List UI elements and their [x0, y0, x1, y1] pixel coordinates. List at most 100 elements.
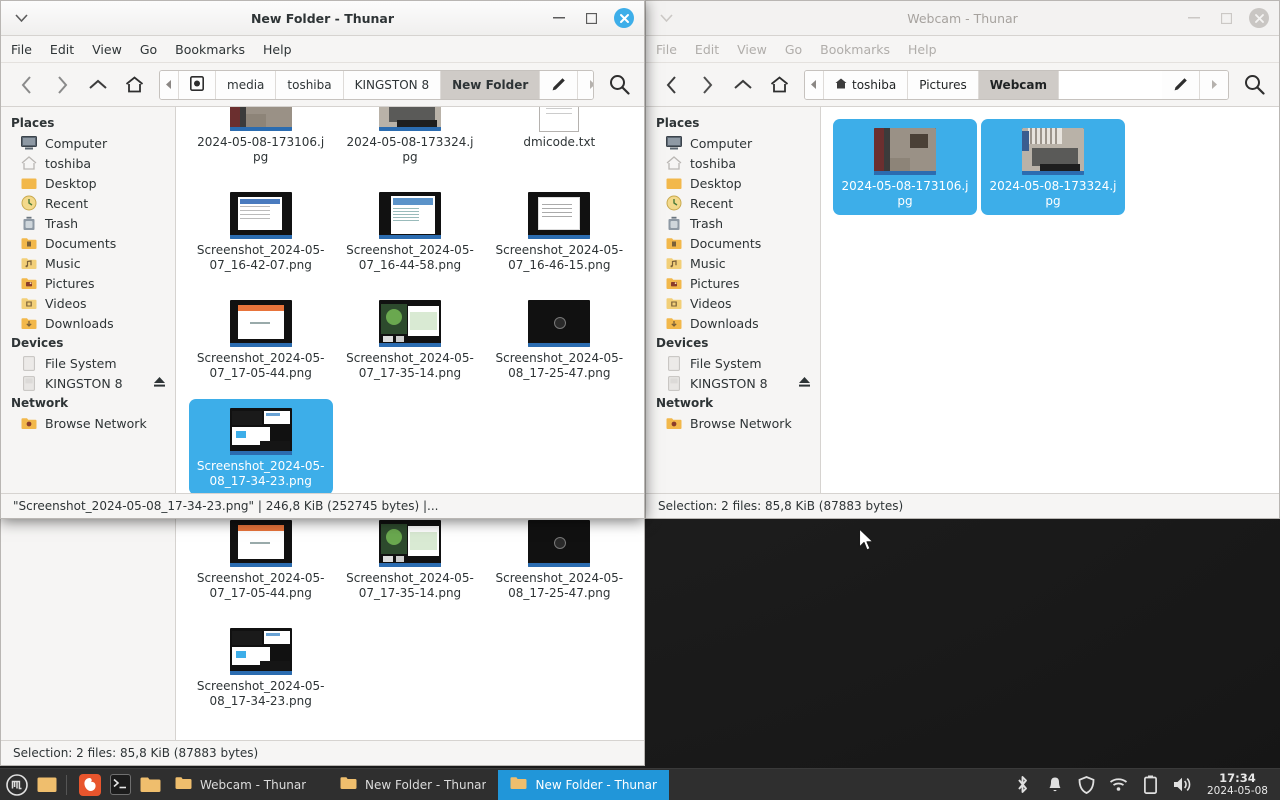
forward-icon[interactable] — [45, 70, 79, 100]
breadcrumb-item-toshiba[interactable]: toshiba — [824, 70, 909, 99]
back-icon[interactable] — [654, 70, 688, 100]
breadcrumb-item-root[interactable] — [179, 70, 216, 99]
sidebar-item-downloads[interactable]: Downloads — [646, 313, 820, 333]
sidebar-item-desktop[interactable]: Desktop — [1, 173, 175, 193]
menu-item-file[interactable]: File — [656, 42, 677, 57]
menu-item-go[interactable]: Go — [785, 42, 802, 57]
up-icon[interactable] — [726, 70, 760, 100]
file-grid-webcam[interactable]: 2024-05-08-173106.jpg 2024-05-08-173324.j… — [821, 107, 1279, 493]
file-item[interactable]: Screenshot_2024-05-08_17-25-47.png — [485, 507, 634, 611]
sidebar-webcam[interactable]: Places Computer toshiba Desktop Recent Trash D… — [646, 107, 821, 493]
menu-item-view[interactable]: View — [737, 42, 767, 57]
sidebar-item-pictures[interactable]: Pictures — [1, 273, 175, 293]
file-item[interactable]: dmicode.txt — [485, 107, 634, 175]
file-item[interactable]: Screenshot_2024-05-07_17-05-44.png — [186, 287, 335, 391]
sidebar-item-pictures[interactable]: Pictures — [646, 273, 820, 293]
sidebar-item-videos[interactable]: Videos — [1, 293, 175, 313]
battery-icon[interactable] — [1141, 775, 1161, 795]
terminal-icon[interactable] — [107, 772, 133, 798]
search-icon[interactable] — [1237, 70, 1271, 100]
search-icon[interactable] — [602, 70, 636, 100]
wifi-icon[interactable] — [1109, 775, 1129, 795]
sidebar-item-videos[interactable]: Videos — [646, 293, 820, 313]
sidebar-item-computer[interactable]: Computer — [1, 133, 175, 153]
sidebar-item-trash[interactable]: Trash — [646, 213, 820, 233]
minimize-button-webcam[interactable] — [1185, 9, 1203, 27]
menu-item-help[interactable]: Help — [908, 42, 937, 57]
sidebar-new-folder[interactable]: Places Computer toshiba Desktop Recent Trash D… — [1, 107, 176, 493]
maximize-button-new-folder[interactable] — [582, 9, 600, 27]
file-item[interactable]: Screenshot_2024-05-07_17-35-14.png — [335, 287, 484, 391]
home-icon[interactable] — [117, 70, 151, 100]
sidebar-item-recent[interactable]: Recent — [646, 193, 820, 213]
menu-item-bookmarks[interactable]: Bookmarks — [175, 42, 245, 57]
breadcrumb-item-kingston[interactable]: KINGSTON 8 — [343, 70, 442, 99]
notification-bell-icon[interactable] — [1045, 775, 1065, 795]
sidebar-item-music[interactable]: Music — [646, 253, 820, 273]
close-button-webcam[interactable] — [1249, 8, 1269, 28]
file-item[interactable]: Screenshot_2024-05-07_17-35-14.png — [335, 507, 484, 611]
close-button-new-folder[interactable] — [614, 8, 634, 28]
volume-icon[interactable] — [1173, 775, 1193, 795]
menu-item-view[interactable]: View — [92, 42, 122, 57]
sidebar-item-trash[interactable]: Trash — [1, 213, 175, 233]
menu-item-go[interactable]: Go — [140, 42, 157, 57]
menu-icon[interactable] — [4, 772, 30, 798]
titlebar-new-folder[interactable]: New Folder - Thunar — [1, 1, 644, 36]
bluetooth-icon[interactable] — [1013, 775, 1033, 795]
sidebar-item-toshiba[interactable]: toshiba — [1, 153, 175, 173]
window-menu-button-new-folder[interactable] — [1, 13, 41, 23]
breadcrumb-new-folder[interactable]: media toshiba KINGSTON 8 New Folder — [159, 69, 594, 100]
folder-launcher-icon[interactable] — [137, 772, 163, 798]
sidebar-item-browse-network[interactable]: Browse Network — [646, 413, 820, 433]
back-icon[interactable] — [9, 70, 43, 100]
menu-item-file[interactable]: File — [11, 42, 32, 57]
window-webcam[interactable]: Webcam - Thunar File Edit View Go Bookmarks H… — [645, 0, 1280, 519]
file-item[interactable]: 2024-05-08-173324.jpg — [335, 107, 484, 175]
minimize-button-new-folder[interactable] — [550, 9, 568, 27]
system-tray[interactable]: 17:34 2024-05-08 — [1013, 771, 1280, 797]
menu-item-help[interactable]: Help — [263, 42, 292, 57]
breadcrumb-scroll-left[interactable] — [805, 70, 824, 99]
breadcrumb-scroll-left[interactable] — [160, 70, 179, 99]
menubar-webcam[interactable]: File Edit View Go Bookmarks Help — [646, 36, 1279, 63]
taskbar-button[interactable]: New Folder - Thunar — [328, 770, 498, 800]
file-item[interactable]: 2024-05-08-173106.jpg — [186, 107, 335, 175]
menu-item-edit[interactable]: Edit — [695, 42, 719, 57]
sidebar-item-desktop[interactable]: Desktop — [646, 173, 820, 193]
sidebar-item-toshiba[interactable]: toshiba — [646, 153, 820, 173]
sidebar-item-downloads[interactable]: Downloads — [1, 313, 175, 333]
breadcrumb-scroll-right[interactable] — [1199, 70, 1228, 99]
sidebar-item-kingston-8[interactable]: KINGSTON 8 — [646, 373, 820, 393]
menubar-new-folder[interactable]: File Edit View Go Bookmarks Help — [1, 36, 644, 63]
file-item[interactable]: 2024-05-08-173324.jpg — [979, 115, 1127, 219]
breadcrumb-scroll-right[interactable] — [577, 70, 593, 99]
window-menu-button-webcam[interactable] — [646, 13, 686, 23]
firefox-icon[interactable] — [77, 772, 103, 798]
breadcrumb-webcam[interactable]: toshiba Pictures Webcam — [804, 69, 1229, 100]
file-item[interactable]: 2024-05-08-173106.jpg — [831, 115, 979, 219]
toolbar-webcam[interactable]: toshiba Pictures Webcam — [646, 63, 1279, 107]
sidebar-item-computer[interactable]: Computer — [646, 133, 820, 153]
eject-icon[interactable] — [798, 376, 811, 391]
titlebar-webcam[interactable]: Webcam - Thunar — [646, 1, 1279, 36]
home-icon[interactable] — [762, 70, 796, 100]
sidebar-item-documents[interactable]: Documents — [646, 233, 820, 253]
breadcrumb-item-pictures[interactable]: Pictures — [908, 70, 979, 99]
window-new-folder[interactable]: New Folder - Thunar File Edit View Go Bookma… — [0, 0, 645, 519]
sidebar-item-browse-network[interactable]: Browse Network — [1, 413, 175, 433]
breadcrumb-item-toshiba[interactable]: toshiba — [276, 70, 344, 99]
file-item[interactable]: Screenshot_2024-05-08_17-34-23.png — [186, 615, 335, 719]
file-item[interactable]: Screenshot_2024-05-07_16-46-15.png — [485, 179, 634, 283]
file-item[interactable]: Screenshot_2024-05-08_17-25-47.png — [485, 287, 634, 391]
sidebar-item-file-system[interactable]: File System — [646, 353, 820, 373]
forward-icon[interactable] — [690, 70, 724, 100]
file-grid-new-folder[interactable]: 2024-05-08-173106.jpg 2024-05-08-173324.j… — [176, 107, 644, 493]
menu-item-bookmarks[interactable]: Bookmarks — [820, 42, 890, 57]
sidebar-item-file-system[interactable]: File System — [1, 353, 175, 373]
up-icon[interactable] — [81, 70, 115, 100]
sidebar-item-recent[interactable]: Recent — [1, 193, 175, 213]
pencil-icon[interactable] — [540, 70, 578, 99]
file-item[interactable]: Screenshot_2024-05-08_17-34-23.png — [186, 395, 335, 493]
menu-item-edit[interactable]: Edit — [50, 42, 74, 57]
